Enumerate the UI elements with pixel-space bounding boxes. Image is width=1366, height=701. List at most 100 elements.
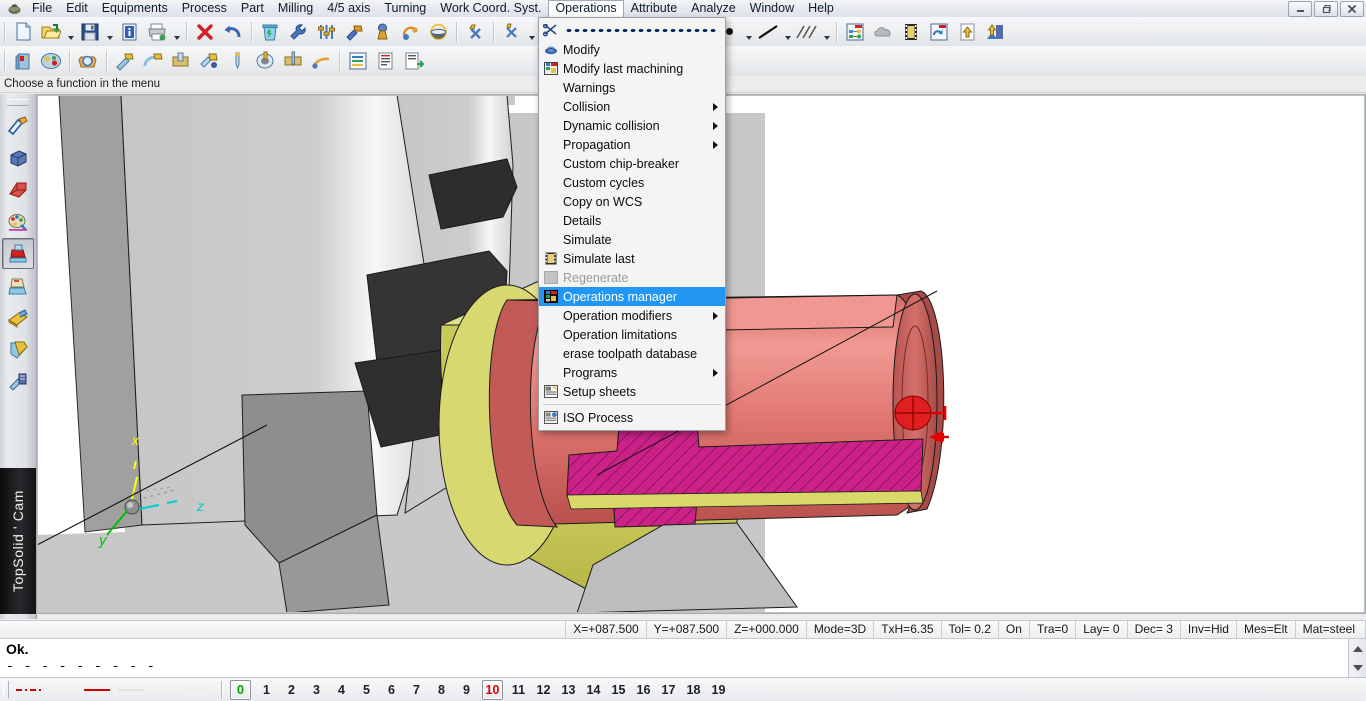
contour-turning-icon[interactable] (307, 48, 335, 74)
menu-option-erase-toolpath-database[interactable]: erase toolpath database (539, 344, 725, 363)
machine-setup-icon[interactable] (37, 48, 65, 74)
layer-button-4[interactable]: 4 (332, 681, 351, 699)
parameters-icon[interactable] (312, 19, 340, 45)
hatch-style-swatch[interactable] (793, 19, 821, 45)
scroll-up-icon[interactable] (1352, 645, 1363, 652)
layer-button-2[interactable]: 2 (282, 681, 301, 699)
menu-option-iso-process[interactable]: ISO Process (539, 408, 725, 427)
layerbar-drag-handle[interactable] (3, 681, 9, 698)
menu-item-window[interactable]: Window (743, 0, 801, 17)
menu-item-help[interactable]: Help (801, 0, 841, 17)
menu-item-analyze[interactable]: Analyze (684, 0, 742, 17)
menu-item-equipments[interactable]: Equipments (95, 0, 175, 17)
layer-button-12[interactable]: 12 (534, 681, 553, 699)
toolbar-drag-handle[interactable] (7, 99, 29, 106)
print-icon[interactable] (143, 19, 171, 45)
menu-option-dynamic-collision[interactable]: Dynamic collision (539, 116, 725, 135)
scissors-tearoff[interactable] (539, 20, 725, 40)
boring-icon[interactable] (251, 48, 279, 74)
solid-tool-icon[interactable] (2, 142, 34, 173)
linestyle-light-1[interactable] (114, 681, 148, 699)
menu-item-edit[interactable]: Edit (59, 0, 95, 17)
menu-option-simulate-last[interactable]: Simulate last (539, 249, 725, 268)
recycle-bin-icon[interactable] (256, 19, 284, 45)
assembly-icon[interactable] (2, 302, 34, 333)
menu-item-part[interactable]: Part (234, 0, 271, 17)
line-style-dropdown-arrow[interactable] (782, 16, 793, 47)
print-dropdown-arrow[interactable] (171, 16, 182, 47)
layer-button-16[interactable]: 16 (634, 681, 653, 699)
message-scrollbar[interactable] (1348, 639, 1366, 677)
machining-cycle-icon[interactable] (396, 19, 424, 45)
menu-item-file[interactable]: File (25, 0, 59, 17)
layer-button-15[interactable]: 15 (609, 681, 628, 699)
wrench-icon[interactable] (284, 19, 312, 45)
menu-option-operation-limitations[interactable]: Operation limitations (539, 325, 725, 344)
layer-button-9[interactable]: 9 (457, 681, 476, 699)
layer-button-1[interactable]: 1 (257, 681, 276, 699)
menu-option-collision[interactable]: Collision (539, 97, 725, 116)
sketch-tool-icon[interactable] (2, 110, 34, 141)
layer-button-18[interactable]: 18 (684, 681, 703, 699)
menu-option-warnings[interactable]: Warnings (539, 78, 725, 97)
layer-button-7[interactable]: 7 (407, 681, 426, 699)
linestyle-light-2[interactable] (148, 681, 182, 699)
save-dropdown-arrow[interactable] (104, 16, 115, 47)
attribute-palette-icon[interactable] (2, 206, 34, 237)
layer-button-14[interactable]: 14 (584, 681, 603, 699)
menu-item-work-coord-syst[interactable]: Work Coord. Syst. (433, 0, 548, 17)
topsolid-app-icon[interactable] (3, 1, 25, 17)
layer-button-10[interactable]: 10 (482, 679, 503, 700)
menu-option-setup-sheets[interactable]: Setup sheets (539, 382, 725, 401)
point-style-dropdown-arrow[interactable] (743, 16, 754, 47)
turning-roughing-icon[interactable] (111, 48, 139, 74)
menu-item-turning[interactable]: Turning (377, 0, 433, 17)
nc-output-icon[interactable] (400, 48, 428, 74)
open-folder-icon[interactable] (37, 19, 65, 45)
layer-button-19[interactable]: 19 (709, 681, 728, 699)
stock-icon[interactable] (9, 48, 37, 74)
document-info-icon[interactable] (115, 19, 143, 45)
menu-item-process[interactable]: Process (175, 0, 234, 17)
machining-tool-icon[interactable] (2, 238, 34, 269)
scroll-down-icon[interactable] (1352, 664, 1363, 671)
document-refresh-icon[interactable] (925, 19, 953, 45)
part-orientation-icon[interactable] (74, 48, 102, 74)
parting-icon[interactable] (279, 48, 307, 74)
layer-button-0[interactable]: 0 (230, 679, 251, 700)
save-icon[interactable] (76, 19, 104, 45)
export-up-icon[interactable] (953, 19, 981, 45)
undo-icon[interactable] (219, 19, 247, 45)
menu-item-4-5-axis[interactable]: 4/5 axis (320, 0, 377, 17)
layer-button-11[interactable]: 11 (509, 681, 528, 699)
new-document-icon[interactable] (9, 19, 37, 45)
menu-option-custom-chip-breaker[interactable]: Custom chip-breaker (539, 154, 725, 173)
operations-menu[interactable]: Modify Modify last machining Warnings Colli… (538, 17, 726, 431)
stock-part-icon[interactable] (2, 270, 34, 301)
menu-item-milling[interactable]: Milling (271, 0, 320, 17)
restore-button[interactable] (1314, 1, 1338, 17)
turning-threading-icon[interactable] (195, 48, 223, 74)
menu-option-operation-modifiers[interactable]: Operation modifiers (539, 306, 725, 325)
analyze-point-icon[interactable] (461, 19, 489, 45)
turning-finishing-icon[interactable] (139, 48, 167, 74)
analyze-dropdown-arrow[interactable] (526, 16, 537, 47)
menu-option-copy-on-wcs[interactable]: Copy on WCS (539, 192, 725, 211)
document-stack-icon[interactable] (2, 334, 34, 365)
layer-button-8[interactable]: 8 (432, 681, 451, 699)
layer-button-13[interactable]: 13 (559, 681, 578, 699)
menu-option-propagation[interactable]: Propagation (539, 135, 725, 154)
menu-option-details[interactable]: Details (539, 211, 725, 230)
linestyle-dashdot[interactable] (12, 681, 46, 699)
layer-button-3[interactable]: 3 (307, 681, 326, 699)
drilling-icon[interactable] (223, 48, 251, 74)
simulation-icon[interactable] (2, 366, 34, 397)
layer-button-5[interactable]: 5 (357, 681, 376, 699)
menu-option-simulate[interactable]: Simulate (539, 230, 725, 249)
close-button[interactable] (1340, 1, 1364, 17)
linestyle-solid-red[interactable] (80, 681, 114, 699)
sphere-view-icon[interactable] (424, 19, 452, 45)
menu-option-custom-cycles[interactable]: Custom cycles (539, 173, 725, 192)
menu-option-modify-last-machining[interactable]: Modify last machining (539, 59, 725, 78)
hatch-style-dropdown-arrow[interactable] (821, 16, 832, 47)
